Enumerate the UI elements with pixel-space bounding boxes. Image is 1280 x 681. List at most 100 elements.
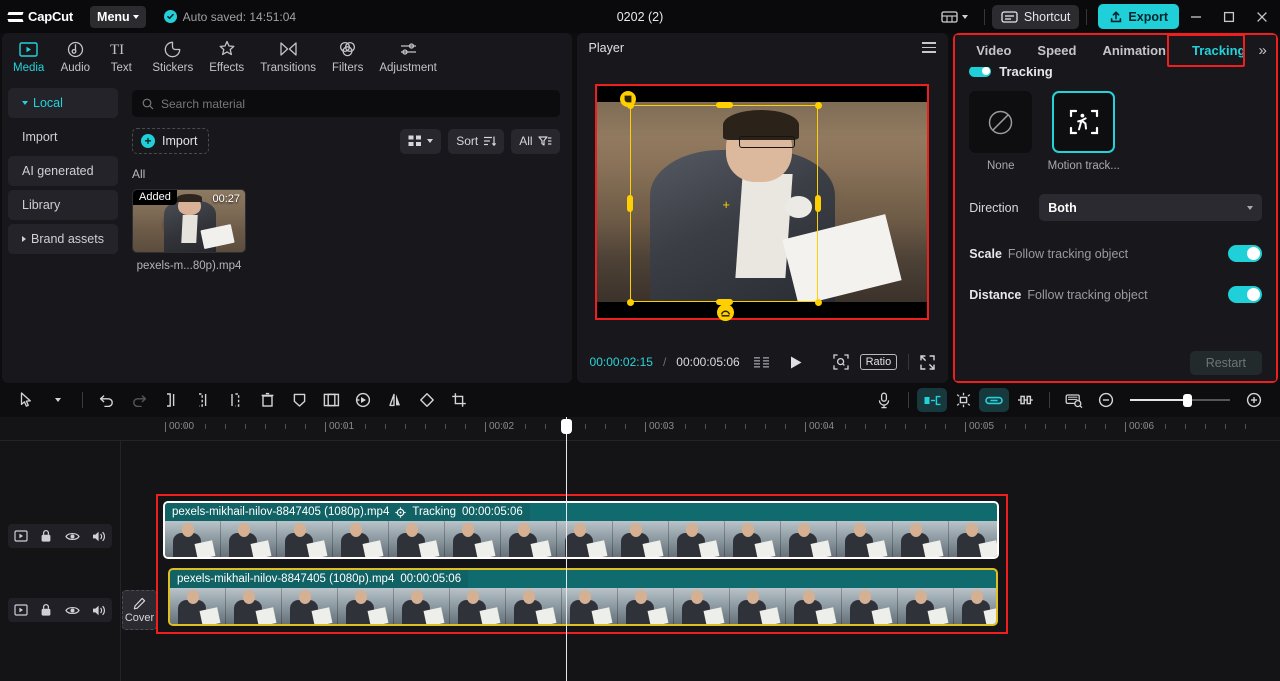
volume-icon[interactable] [92, 604, 106, 617]
undo-icon[interactable] [91, 386, 123, 414]
auto-fit-icon[interactable] [917, 388, 947, 412]
sidebar-item-ai-generated[interactable]: AI generated [8, 156, 118, 186]
adjust-icon[interactable] [1009, 386, 1041, 414]
distance-toggle[interactable] [1228, 286, 1262, 303]
tab-adjustment[interactable]: Adjustment [372, 34, 444, 79]
player-panel: Player + 00:00:02:15 / 00:00:05:06 Ratio [576, 33, 949, 383]
import-button[interactable]: + Import [132, 128, 210, 154]
tracking-badge-icon [395, 506, 406, 518]
tab-transitions[interactable]: Transitions [253, 34, 323, 79]
layout-button[interactable] [932, 10, 977, 24]
split-icon[interactable] [187, 386, 219, 414]
mirror-icon[interactable] [379, 386, 411, 414]
freeze-frame-icon[interactable] [315, 386, 347, 414]
tab-video[interactable]: Video [963, 33, 1024, 67]
tab-audio[interactable]: Audio [53, 34, 97, 79]
search-input[interactable]: Search material [132, 90, 560, 117]
eye-icon[interactable] [64, 531, 80, 542]
tab-media[interactable]: Media [6, 34, 51, 79]
divider [120, 441, 121, 681]
sidebar-item-library[interactable]: Library [8, 190, 118, 220]
split-right-icon[interactable] [219, 386, 251, 414]
export-button[interactable]: Export [1098, 4, 1179, 29]
sidebar-item-import[interactable]: Import [8, 122, 118, 152]
selection-handle-top[interactable] [716, 101, 734, 108]
tracking-option-motion-track[interactable]: Motion track... [1048, 91, 1120, 172]
timeline-clip-1[interactable]: pexels-mikhail-nilov-8847405 (1080p).mp4… [163, 501, 999, 559]
volume-icon[interactable] [92, 530, 106, 543]
player-menu-icon[interactable] [922, 42, 937, 53]
sort-button[interactable]: Sort [448, 128, 505, 154]
close-button[interactable] [1245, 0, 1278, 33]
fit-screen-icon[interactable] [832, 354, 849, 370]
menu-button[interactable]: Menu [90, 5, 146, 28]
selection-handle-left[interactable] [627, 194, 634, 212]
shortcut-button[interactable]: Shortcut [991, 4, 1080, 29]
rotate-handle-icon[interactable] [717, 303, 735, 321]
selection-handle-right[interactable] [815, 194, 822, 212]
tab-filters[interactable]: Filters [325, 34, 370, 79]
play-button[interactable] [789, 355, 803, 370]
zoom-slider-knob[interactable] [1183, 393, 1192, 407]
sidebar-item-brand-assets[interactable]: Brand assets [8, 224, 118, 254]
microphone-icon[interactable] [868, 386, 900, 414]
tab-text[interactable]: TI Text [99, 34, 143, 79]
zoom-out-icon[interactable] [1090, 386, 1122, 414]
player-stage[interactable]: + [595, 83, 930, 321]
select-tool-dropdown-icon[interactable] [42, 386, 74, 414]
ratio-button[interactable]: Ratio [859, 354, 898, 370]
crop-icon[interactable] [443, 386, 475, 414]
tab-tracking[interactable]: Tracking [1179, 33, 1258, 67]
tab-effects[interactable]: Effects [202, 34, 251, 79]
total-time: 00:00:05:06 [676, 355, 740, 369]
zoom-in-icon[interactable] [1238, 386, 1270, 414]
link-icon[interactable] [979, 388, 1009, 412]
zoom-slider[interactable] [1130, 393, 1230, 407]
timeline-ruler[interactable]: 00:00 00:01 00:02 00:03 00:04 00:05 00:0… [0, 417, 1280, 441]
view-mode-button[interactable] [400, 128, 442, 154]
more-tabs-icon[interactable]: » [1258, 42, 1268, 59]
timeline[interactable]: 00:00 00:01 00:02 00:03 00:04 00:05 00:0… [0, 417, 1280, 681]
frame-view-icon[interactable] [753, 356, 771, 369]
tab-speed[interactable]: Speed [1024, 33, 1089, 67]
scale-label: Scale [969, 246, 1002, 261]
selection-handle-bl[interactable] [627, 298, 635, 306]
tracking-option-none[interactable]: None [969, 91, 1033, 172]
selection-handle-tr[interactable] [815, 101, 823, 109]
split-left-icon[interactable] [155, 386, 187, 414]
layout-icon [941, 10, 958, 23]
restart-button[interactable]: Restart [1189, 351, 1262, 375]
none-icon [969, 91, 1033, 153]
direction-select[interactable]: Both [1039, 194, 1262, 221]
scale-toggle[interactable] [1228, 245, 1262, 262]
track-video-icon[interactable] [14, 604, 28, 616]
lock-icon[interactable] [40, 603, 52, 617]
magnet-icon[interactable] [947, 386, 979, 414]
eye-icon[interactable] [64, 605, 80, 616]
fullscreen-icon[interactable] [920, 354, 935, 370]
chevron-down-icon [427, 139, 434, 143]
keyframe-icon[interactable] [283, 386, 315, 414]
current-time[interactable]: 00:00:02:15 [590, 355, 653, 369]
timeline-clip-2[interactable]: pexels-mikhail-nilov-8847405 (1080p).mp4… [168, 568, 998, 626]
player-stage-wrap: + [577, 62, 949, 341]
crop-corner-icon[interactable] [620, 90, 637, 107]
filter-button[interactable]: All [511, 128, 560, 154]
minimize-button[interactable] [1179, 0, 1212, 33]
tab-animation[interactable]: Animation [1089, 33, 1179, 67]
sidebar-item-local[interactable]: Local [8, 88, 118, 118]
reverse-icon[interactable] [347, 386, 379, 414]
maximize-button[interactable] [1212, 0, 1245, 33]
scale-row: Scale Follow tracking object [969, 245, 1262, 262]
rotate-icon[interactable] [411, 386, 443, 414]
tab-stickers[interactable]: Stickers [145, 34, 200, 79]
delete-icon[interactable] [251, 386, 283, 414]
select-tool-icon[interactable] [10, 386, 42, 414]
tracking-toggle[interactable] [969, 67, 992, 77]
media-item[interactable]: Added 00:27 pexels-m...80p).mp4 [132, 189, 246, 272]
track-video-icon[interactable] [14, 530, 28, 542]
selection-handle-br[interactable] [815, 298, 823, 306]
lock-icon[interactable] [40, 529, 52, 543]
preview-icon[interactable] [1058, 386, 1090, 414]
cover-button[interactable]: Cover [122, 590, 157, 630]
